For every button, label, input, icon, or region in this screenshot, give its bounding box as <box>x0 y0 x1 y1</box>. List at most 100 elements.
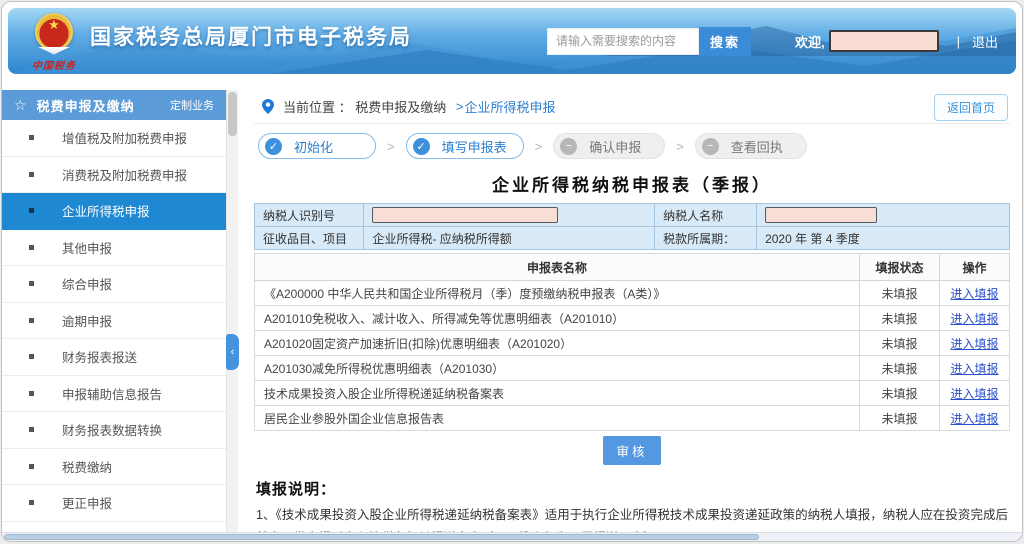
sidebar-item-corporate-income-tax[interactable]: 企业所得税申报 <box>2 193 226 230</box>
step-separator: > <box>387 139 395 154</box>
form-name: 居民企业参股外国企业信息报告表 <box>255 406 860 431</box>
form-name: A201020固定资产加速折旧(扣除)优惠明细表（A201020） <box>255 331 860 356</box>
sidebar-item-comprehensive-filing[interactable]: 综合申报 <box>2 266 226 303</box>
audit-button[interactable]: 审核 <box>603 436 660 465</box>
sidebar-item-consumption-tax[interactable]: 消费税及附加税费申报 <box>2 157 226 194</box>
breadcrumb: 当前位置 ： 税费申报及缴纳 > 企业所得税申报 返回首页 <box>254 90 1010 124</box>
taxpayer-name-redacted <box>765 207 877 223</box>
bullet-icon <box>29 172 34 177</box>
notes-heading: 填报说明： <box>256 478 1008 499</box>
collapse-arrow-icon: ‹ <box>231 346 235 358</box>
sidebar-item-financial-data-convert[interactable]: 财务报表数据转换 <box>2 412 226 449</box>
step-initialize[interactable]: ✓ 初始化 <box>258 133 376 159</box>
search-input[interactable] <box>547 28 699 55</box>
col-status: 填报状态 <box>860 254 940 281</box>
check-icon: ✓ <box>413 138 430 155</box>
taxpayer-name-label: 纳税人名称 <box>655 204 757 227</box>
col-form-name: 申报表名称 <box>255 254 860 281</box>
sidebar-collapse-tab[interactable]: ‹ <box>226 334 239 370</box>
page: ★ 中国税务 国家税务总局厦门市电子税务局 搜索 欢迎, | 退出 ☆ 税费申报… <box>1 1 1023 542</box>
bullet-icon <box>29 354 34 359</box>
top-banner: ★ 中国税务 国家税务总局厦门市电子税务局 搜索 欢迎, | 退出 <box>8 8 1016 74</box>
taxpayer-id-redacted <box>372 207 558 223</box>
sidebar-item-correction-filing[interactable]: 更正申报 <box>2 485 226 522</box>
sidebar-header: ☆ 税费申报及缴纳 定制业务 <box>2 90 226 120</box>
table-row: A201020固定资产加速折旧(扣除)优惠明细表（A201020） 未填报 进入… <box>255 331 1010 356</box>
bullet-icon <box>29 427 34 432</box>
sidebar-item-vat[interactable]: 增值税及附加税费申报 <box>2 120 226 157</box>
user-name-redacted <box>829 30 939 52</box>
header-divider: | <box>957 34 960 49</box>
emblem-wings-icon <box>37 47 71 55</box>
form-name: A201010免税收入、减计收入、所得减免等优惠明细表（A201010） <box>255 306 860 331</box>
step-wizard: ✓ 初始化 > ✓ 填写申报表 > − 确认申报 > − 查看回执 <box>258 133 1010 159</box>
sidebar-title: 税费申报及缴纳 <box>37 96 135 115</box>
step-confirm-filing[interactable]: − 确认申报 <box>553 133 665 159</box>
bullet-icon <box>29 245 34 250</box>
site-title: 国家税务总局厦门市电子税务局 <box>90 21 412 51</box>
logout-button[interactable]: 退出 <box>972 32 998 51</box>
enter-filing-link[interactable]: 进入填报 <box>950 337 998 351</box>
sidebar-item-other-filing[interactable]: 其他申报 <box>2 230 226 267</box>
sidebar-item-overdue-filing[interactable]: 逾期申报 <box>2 303 226 340</box>
step-separator: > <box>676 139 684 154</box>
table-row: 技术成果投资入股企业所得税递延纳税备案表 未填报 进入填报 <box>255 381 1010 406</box>
emblem-star-icon: ★ <box>48 18 60 31</box>
status-badge: 未填报 <box>860 406 940 431</box>
sidebar-item-tax-payment[interactable]: 税费缴纳 <box>2 449 226 486</box>
status-badge: 未填报 <box>860 306 940 331</box>
step-separator: > <box>535 139 543 154</box>
horizontal-scrollbar[interactable] <box>2 532 1022 541</box>
period-label: 税款所属期： <box>655 227 757 250</box>
search-button[interactable]: 搜索 <box>699 27 751 56</box>
taxpayer-info-table: 纳税人识别号 纳税人名称 征收品目、项目 企业所得税- 应纳税所得额 税款所属期… <box>254 203 1010 250</box>
declaration-forms-table: 申报表名称 填报状态 操作 《A200000 中华人民共和国企业所得税月（季）度… <box>254 253 1010 431</box>
sidebar-item-aux-info-report[interactable]: 申报辅助信息报告 <box>2 376 226 413</box>
sidebar-scrollbar[interactable] <box>226 90 238 541</box>
breadcrumb-section: 税费申报及缴纳 <box>355 97 450 116</box>
table-row: 居民企业参股外国企业信息报告表 未填报 进入填报 <box>255 406 1010 431</box>
bullet-icon <box>29 464 34 469</box>
period-value: 2020 年 第 4 季度 <box>757 227 1010 250</box>
location-pin-icon <box>262 99 274 114</box>
form-name: A201030减免所得税优惠明细表（A201030） <box>255 356 860 381</box>
bullet-icon <box>29 135 34 140</box>
enter-filing-link[interactable]: 进入填报 <box>950 412 998 426</box>
tax-bureau-logo: ★ 中国税务 <box>32 13 76 72</box>
sidebar-item-financial-report[interactable]: 财务报表报送 <box>2 339 226 376</box>
enter-filing-link[interactable]: 进入填报 <box>950 312 998 326</box>
table-row: 《A200000 中华人民共和国企业所得税月（季）度预缴纳税申报表（A类）》 未… <box>255 281 1010 306</box>
table-header-row: 申报表名称 填报状态 操作 <box>255 254 1010 281</box>
bullet-icon <box>29 500 34 505</box>
national-emblem-icon: ★ <box>35 13 73 51</box>
enter-filing-link[interactable]: 进入填报 <box>950 362 998 376</box>
step-view-receipt[interactable]: − 查看回执 <box>695 133 807 159</box>
sidebar-scroll-thumb[interactable] <box>228 92 237 136</box>
bullet-icon <box>29 318 34 323</box>
breadcrumb-prefix: 当前位置 ： <box>283 97 355 116</box>
bullet-icon <box>29 281 34 286</box>
enter-filing-link[interactable]: 进入填报 <box>950 287 998 301</box>
custom-business-link[interactable]: 定制业务 <box>170 97 214 113</box>
taxpayer-id-label: 纳税人识别号 <box>255 204 364 227</box>
minus-icon: − <box>702 138 719 155</box>
form-name: 《A200000 中华人民共和国企业所得税月（季）度预缴纳税申报表（A类）》 <box>255 281 860 306</box>
status-badge: 未填报 <box>860 331 940 356</box>
minus-icon: − <box>560 138 577 155</box>
main-content: 当前位置 ： 税费申报及缴纳 > 企业所得税申报 返回首页 ✓ 初始化 > ✓ … <box>238 90 1022 541</box>
breadcrumb-current-link[interactable]: 企业所得税申报 <box>464 97 555 116</box>
horizontal-scroll-thumb[interactable] <box>4 534 759 540</box>
back-home-button[interactable]: 返回首页 <box>934 94 1008 121</box>
status-badge: 未填报 <box>860 381 940 406</box>
enter-filing-link[interactable]: 进入填报 <box>950 387 998 401</box>
table-row: A201010免税收入、减计收入、所得减免等优惠明细表（A201010） 未填报… <box>255 306 1010 331</box>
status-badge: 未填报 <box>860 356 940 381</box>
status-badge: 未填报 <box>860 281 940 306</box>
logo-caption: 中国税务 <box>31 57 77 72</box>
sidebar: ☆ 税费申报及缴纳 定制业务 增值税及附加税费申报 消费税及附加税费申报 企业所… <box>2 90 238 541</box>
step-fill-forms[interactable]: ✓ 填写申报表 <box>406 133 524 159</box>
star-icon: ☆ <box>14 97 27 114</box>
welcome-label: 欢迎, <box>795 32 825 51</box>
levy-item-label: 征收品目、项目 <box>255 227 364 250</box>
table-row: A201030减免所得税优惠明细表（A201030） 未填报 进入填报 <box>255 356 1010 381</box>
